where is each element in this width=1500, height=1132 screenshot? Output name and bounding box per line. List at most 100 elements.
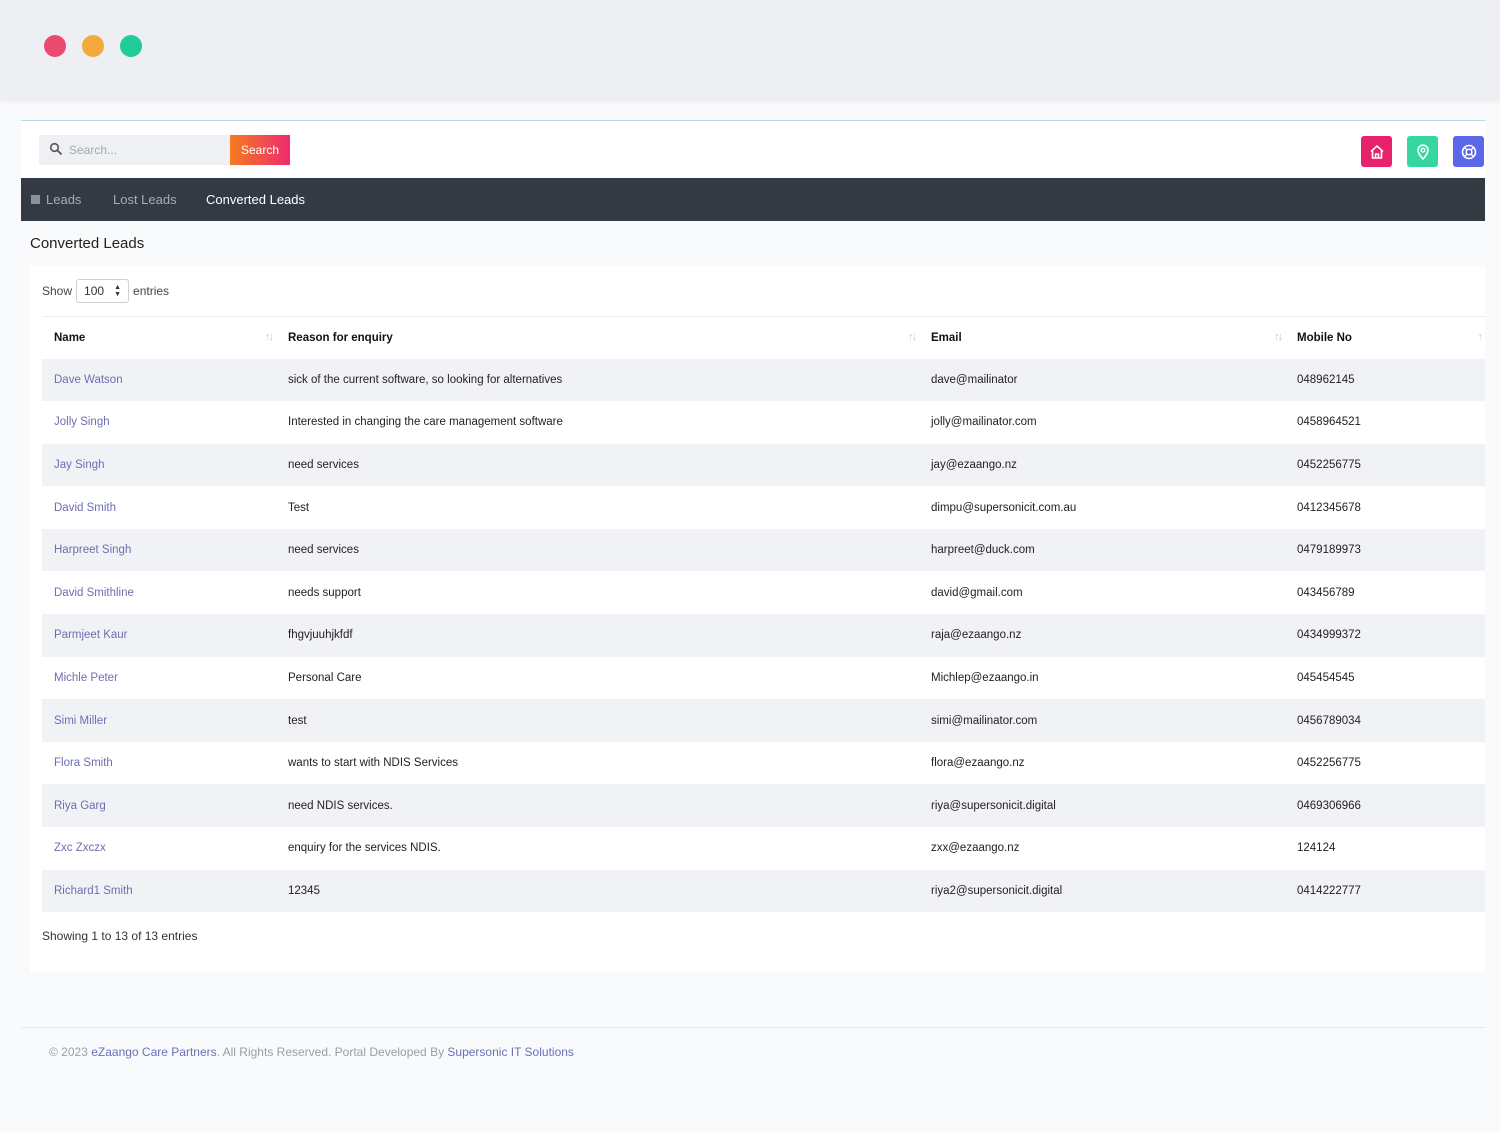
table-row: David Smithline needs support david@gmai…	[42, 571, 1485, 614]
column-header-name[interactable]: Name ↑↓	[42, 317, 276, 359]
lead-email: raja@ezaango.nz	[931, 629, 1022, 642]
lead-name-link[interactable]: Riya Garg	[42, 784, 276, 827]
lead-email: dimpu@supersonicit.com.au	[931, 501, 1077, 514]
table-row: Harpreet Singh need services harpreet@du…	[42, 528, 1485, 572]
window-close-button[interactable]	[44, 35, 66, 57]
select-arrows-icon: ▲ ▼	[114, 284, 122, 298]
table-row: Jay Singh need services jay@ezaango.nz 0…	[42, 443, 1485, 487]
lead-name-link[interactable]: Harpreet Singh	[42, 529, 276, 572]
column-header-label: Name	[54, 331, 86, 344]
lead-name-link[interactable]: Jay Singh	[42, 444, 276, 487]
lead-mobile: 0479189973	[1297, 544, 1361, 557]
table-row: Jolly Singh Interested in changing the c…	[42, 401, 1485, 444]
lead-mobile: 0414222777	[1297, 884, 1361, 897]
sort-icon: ↑↓	[908, 331, 917, 343]
lead-email: harpreet@duck.com	[931, 544, 1035, 557]
lead-mobile: 045454545	[1297, 671, 1355, 684]
lead-reason: fhgvjuuhjkfdf	[288, 629, 353, 642]
lead-reason: need NDIS services.	[288, 799, 393, 812]
lead-mobile: 0452256775	[1297, 458, 1361, 471]
table-row: David Smith Test dimpu@supersonicit.com.…	[42, 486, 1485, 529]
lead-email: jay@ezaango.nz	[931, 458, 1017, 471]
show-label: Show	[42, 284, 73, 298]
table-row: Parmjeet Kaur fhgvjuuhjkfdf raja@ezaango…	[42, 614, 1485, 657]
lead-name-link[interactable]: Richard1 Smith	[42, 870, 276, 913]
lead-mobile: 043456789	[1297, 586, 1355, 599]
search-icon	[49, 142, 62, 155]
nav-item-converted-leads[interactable]: Converted Leads	[206, 178, 305, 221]
page-title: Converted Leads	[30, 235, 145, 252]
footer: © 2023 eZaango Care Partners. All Rights…	[21, 1027, 1485, 1059]
lead-name-link[interactable]: Zxc Zxczx	[42, 827, 276, 870]
search-box	[39, 135, 230, 165]
lead-name-link[interactable]: Parmjeet Kaur	[42, 614, 276, 657]
table-header-row: Name ↑↓ Reason for enquiry ↑↓ Email ↑↓ Mobi…	[42, 316, 1485, 359]
location-pin-icon	[1416, 143, 1429, 160]
lead-name-link[interactable]: Dave Watson	[42, 359, 276, 402]
nav-item-leads[interactable]: Leads	[31, 178, 81, 221]
lead-email: simi@mailinator.com	[931, 714, 1038, 727]
search-input[interactable]	[69, 135, 229, 165]
lead-reason: sick of the current software, so looking…	[288, 373, 563, 386]
lead-email: riya2@supersonicit.digital	[931, 884, 1063, 897]
window-maximize-button[interactable]	[120, 35, 142, 57]
home-button[interactable]	[1361, 136, 1392, 167]
help-lifebuoy-icon	[1461, 144, 1476, 159]
lead-name-link[interactable]: David Smithline	[42, 571, 276, 614]
nav-item-label: Leads	[46, 192, 82, 207]
lead-mobile: 0434999372	[1297, 629, 1361, 642]
lead-reason: need services	[288, 458, 359, 471]
nav-item-lost-leads[interactable]: Lost Leads	[113, 178, 177, 221]
table-row: Simi Miller test simi@mailinator.com 045…	[42, 699, 1485, 742]
window-minimize-button[interactable]	[82, 35, 104, 57]
lead-email: jolly@mailinator.com	[931, 416, 1037, 429]
lead-reason: 12345	[288, 884, 320, 897]
footer-developer-link[interactable]: Supersonic IT Solutions	[447, 1045, 574, 1059]
lead-email: Michlep@ezaango.in	[931, 671, 1039, 684]
column-header-label: Mobile No	[1297, 331, 1352, 344]
top-bar: Search	[21, 121, 1485, 178]
lead-mobile: 0469306966	[1297, 799, 1361, 812]
sort-icon: ↑↓	[265, 331, 274, 343]
lead-reason: test	[288, 714, 307, 727]
sort-icon: ↑↓	[1274, 331, 1283, 343]
table-row: Richard1 Smith 12345 riya2@supersonicit.…	[42, 869, 1485, 913]
lead-mobile: 124124	[1297, 842, 1336, 855]
location-button[interactable]	[1407, 136, 1438, 167]
app-page: Search Leads	[21, 120, 1485, 1062]
footer-company-link[interactable]: eZaango Care Partners	[91, 1045, 216, 1059]
converted-leads-table: Name ↑↓ Reason for enquiry ↑↓ Email ↑↓ Mobi…	[42, 316, 1485, 913]
leads-menu-icon	[31, 195, 40, 204]
footer-copyright: © 2023	[49, 1045, 92, 1059]
lead-name-link[interactable]: Michle Peter	[42, 657, 276, 700]
lead-mobile: 048962145	[1297, 373, 1355, 386]
table-row: Zxc Zxczx enquiry for the services NDIS.…	[42, 827, 1485, 870]
entries-select[interactable]: 100 ▲ ▼	[76, 279, 130, 303]
column-header-label: Reason for enquiry	[288, 331, 393, 344]
lead-reason: need services	[288, 544, 359, 557]
lead-reason: Personal Care	[288, 671, 362, 684]
column-header-reason[interactable]: Reason for enquiry ↑↓	[276, 317, 919, 359]
lead-reason: Interested in changing the care manageme…	[288, 416, 563, 429]
lead-email: riya@supersonicit.digital	[931, 799, 1056, 812]
column-header-email[interactable]: Email ↑↓	[919, 317, 1285, 359]
sort-icon: ↑	[1477, 331, 1483, 343]
home-icon	[1369, 144, 1384, 159]
column-header-mobile[interactable]: Mobile No ↑	[1285, 317, 1485, 359]
lead-email: flora@ezaango.nz	[931, 757, 1025, 770]
column-header-label: Email	[931, 331, 962, 344]
entries-select-value: 100	[84, 284, 105, 298]
lead-name-link[interactable]: Jolly Singh	[42, 401, 276, 444]
lead-name-link[interactable]: Simi Miller	[42, 699, 276, 742]
help-button[interactable]	[1453, 136, 1484, 167]
lead-email: dave@mailinator	[931, 373, 1018, 386]
lead-name-link[interactable]: Flora Smith	[42, 742, 276, 785]
table-row: Flora Smith wants to start with NDIS Ser…	[42, 742, 1485, 785]
lead-email: zxx@ezaango.nz	[931, 842, 1020, 855]
window-titlebar	[0, 0, 1500, 100]
lead-name-link[interactable]: David Smith	[42, 486, 276, 529]
table-row: Michle Peter Personal Care Michlep@ezaan…	[42, 657, 1485, 700]
entries-length-control: Show 100 ▲ ▼ entries	[42, 279, 169, 303]
search-button[interactable]: Search	[230, 135, 290, 165]
footer-text: © 2023 eZaango Care Partners. All Rights…	[49, 1045, 574, 1059]
